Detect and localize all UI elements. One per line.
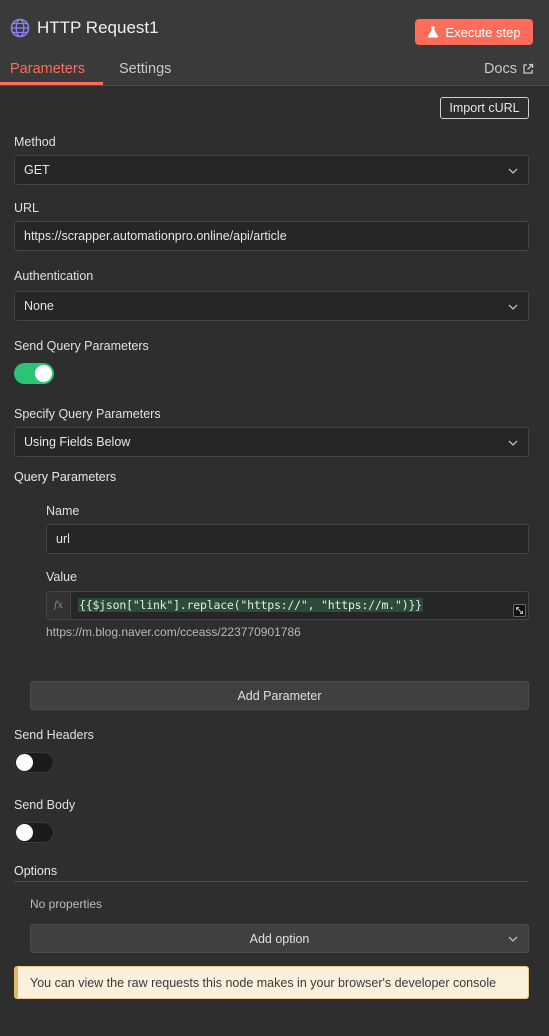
developer-console-notice: You can view the raw requests this node … [14, 966, 529, 999]
method-value: GET [24, 163, 50, 177]
param-value-expression-input[interactable]: fx {{$json["link"].replace("https://", "… [46, 591, 529, 620]
expression-result: https://m.blog.naver.com/cceass/22377090… [46, 625, 301, 639]
tab-settings[interactable]: Settings [119, 61, 171, 77]
node-title[interactable]: HTTP Request1 [37, 18, 159, 38]
add-option-label: Add option [249, 931, 310, 946]
specify-query-select[interactable]: Using Fields Below [14, 427, 529, 457]
notice-text: You can view the raw requests this node … [30, 975, 497, 990]
send-headers-label: Send Headers [14, 728, 94, 742]
param-name-input[interactable]: url [46, 524, 529, 554]
url-input[interactable]: https://scrapper.automationpro.online/ap… [14, 221, 529, 251]
external-link-icon [523, 63, 534, 74]
active-tab-indicator [0, 82, 103, 85]
send-body-toggle[interactable] [14, 822, 54, 843]
param-value-label: Value [46, 570, 78, 584]
expand-icon[interactable] [513, 604, 526, 617]
method-label: Method [14, 135, 56, 149]
toggle-knob [16, 824, 33, 841]
flask-icon [428, 26, 439, 38]
send-query-label: Send Query Parameters [14, 339, 149, 353]
param-name-label: Name [46, 504, 80, 518]
method-select[interactable]: GET [14, 155, 529, 185]
specify-query-value: Using Fields Below [24, 435, 131, 449]
url-value: https://scrapper.automationpro.online/ap… [24, 229, 287, 243]
globe-icon [10, 18, 30, 38]
node-title-row: HTTP Request1 [10, 18, 159, 38]
param-name-value: url [56, 532, 70, 546]
options-divider [14, 881, 529, 882]
execute-step-button[interactable]: Execute step [415, 19, 533, 45]
chevron-down-icon [508, 936, 518, 942]
authentication-value: None [24, 299, 54, 313]
url-label: URL [14, 201, 40, 215]
chevron-down-icon [508, 304, 518, 310]
add-option-button[interactable]: Add option [30, 924, 529, 953]
options-heading: Options [14, 864, 58, 878]
expression-text: {{$json["link"].replace("https://", "htt… [78, 598, 423, 612]
execute-step-label: Execute step [445, 24, 521, 40]
fx-icon: fx [47, 592, 71, 619]
send-body-label: Send Body [14, 798, 76, 812]
chevron-down-icon [508, 168, 518, 174]
add-parameter-button[interactable]: Add Parameter [30, 681, 529, 710]
chevron-down-icon [508, 440, 518, 446]
docs-label: Docs [483, 61, 517, 77]
authentication-select[interactable]: None [14, 291, 529, 321]
authentication-label: Authentication [14, 269, 94, 283]
query-parameters-heading: Query Parameters [14, 470, 117, 484]
send-headers-toggle[interactable] [14, 752, 54, 773]
docs-link[interactable]: Docs [484, 61, 534, 77]
node-header: HTTP Request1 Execute step Parameters Se… [0, 0, 549, 86]
specify-query-label: Specify Query Parameters [14, 407, 161, 421]
toggle-knob [35, 365, 52, 382]
toggle-knob [16, 754, 33, 771]
import-curl-button[interactable]: Import cURL [440, 97, 529, 119]
no-properties-text: No properties [30, 897, 103, 911]
tab-parameters[interactable]: Parameters [10, 61, 85, 77]
send-query-toggle[interactable] [14, 363, 54, 384]
